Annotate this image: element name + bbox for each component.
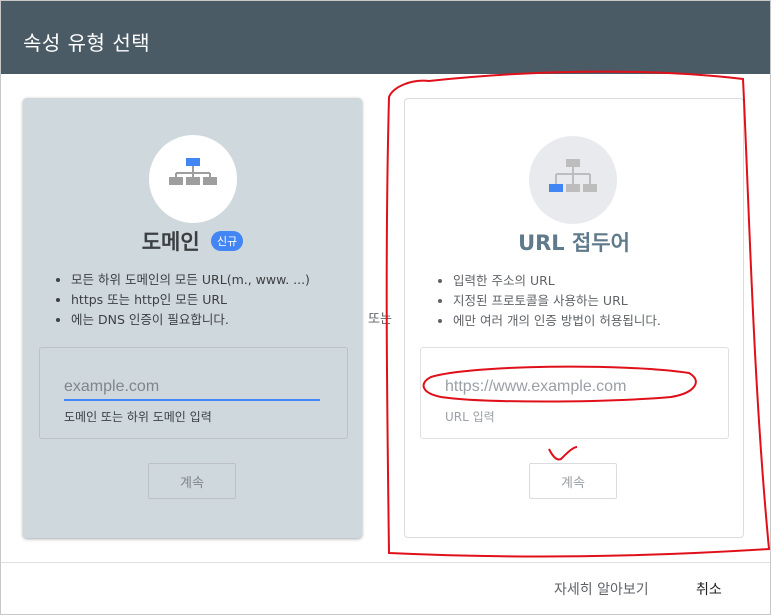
list-item: 에는 DNS 인증이 필요합니다. [71,310,310,330]
url-input[interactable] [445,375,701,399]
domain-input-container: 도메인 또는 하위 도메인 입력 [39,347,348,439]
footer-divider [1,562,770,563]
domain-input[interactable] [64,375,320,401]
list-item: https 또는 http인 모든 URL [71,290,310,310]
domain-feature-list: 모든 하위 도메인의 모든 URL(m., www. ...) https 또는… [53,270,310,330]
dialog-title: 속성 유형 선택 [23,31,151,55]
domain-continue-button[interactable]: 계속 [148,463,236,499]
url-feature-list: 입력한 주소의 URL 지정된 프로토콜을 사용하는 URL 에만 여러 개의 … [435,271,661,331]
list-item: 지정된 프로토콜을 사용하는 URL [453,291,661,311]
or-separator: 또는 [368,312,392,327]
url-icon-circle [529,136,617,224]
property-type-dialog: 속성 유형 선택 도메인 신규 모든 하위 도메인의 모든 URL(m., ww… [0,0,771,615]
url-prefix-card[interactable]: URL 접두어 입력한 주소의 URL 지정된 프로토콜을 사용하는 URL 에… [404,98,744,538]
url-input-hint: URL 입력 [445,410,495,424]
domain-card[interactable]: 도메인 신규 모든 하위 도메인의 모든 URL(m., www. ...) h… [23,98,362,538]
sitemap-icon [169,158,217,185]
url-card-title: URL 접두어 [518,231,630,255]
sitemap-icon [549,159,597,192]
list-item: 모든 하위 도메인의 모든 URL(m., www. ...) [71,270,310,290]
list-item: 에만 여러 개의 인증 방법이 허용됩니다. [453,311,661,331]
learn-more-link[interactable]: 자세히 알아보기 [554,579,649,599]
list-item: 입력한 주소의 URL [453,271,661,291]
domain-input-hint: 도메인 또는 하위 도메인 입력 [64,410,212,424]
url-continue-button[interactable]: 계속 [529,463,617,499]
new-badge: 신규 [211,231,244,251]
domain-icon-circle [149,135,237,223]
dialog-header: 속성 유형 선택 [1,1,770,74]
domain-card-title: 도메인 신규 [23,226,362,256]
url-input-container: URL 입력 [420,347,729,439]
domain-title-text: 도메인 [141,230,200,254]
cancel-button[interactable]: 취소 [696,579,722,599]
